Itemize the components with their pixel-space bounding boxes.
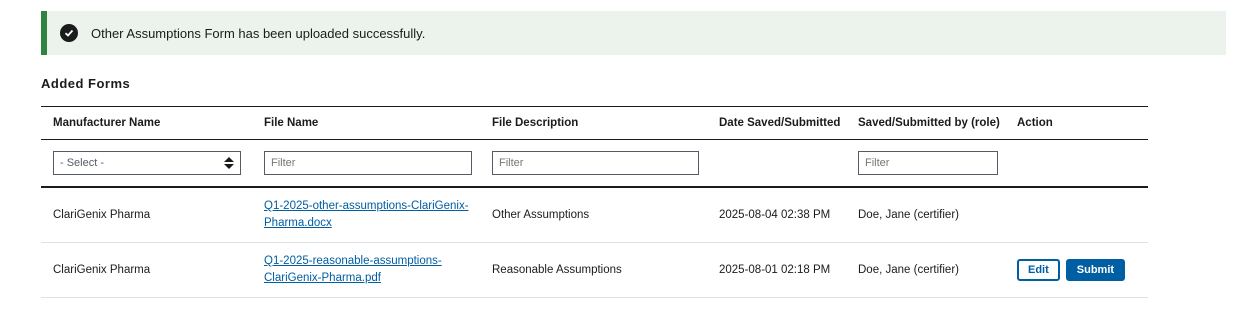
file-name-filter-input[interactable] [264,151,472,175]
edit-button[interactable]: Edit [1017,259,1060,281]
cell-date: 2025-08-04 02:38 PM [707,187,846,243]
filter-row: - Select - [41,139,1148,188]
success-alert: Other Assumptions Form has been uploaded… [41,11,1226,55]
cell-manufacturer: ClariGenix Pharma [41,187,252,243]
manufacturer-select[interactable]: - Select - [53,151,241,175]
manufacturer-select-value: - Select - [60,157,105,169]
cell-saved-by: Doe, Jane (certifier) [846,187,1005,243]
header-date[interactable]: Date Saved/Submitted [707,106,846,140]
file-link[interactable]: Q1-2025-reasonable-assumptions- ClariGeni… [264,255,442,284]
check-circle-icon [60,24,78,42]
cell-date: 2025-08-01 02:18 PM [707,242,846,298]
table-row: ClariGenix Pharma Q1-2025-other-assumpti… [41,187,1148,243]
submit-button[interactable]: Submit [1065,259,1126,281]
cell-file-description: Reasonable Assumptions [480,242,707,298]
table-row: ClariGenix Pharma Q1-2025-reasonable-ass… [41,242,1148,298]
header-file-name[interactable]: File Name [252,106,480,140]
header-file-description[interactable]: File Description [480,106,707,140]
cell-manufacturer: ClariGenix Pharma [41,242,252,298]
table-header-row: Manufacturer Name File Name File Descrip… [41,106,1148,140]
select-arrows-icon [224,157,234,169]
cell-action: Edit Submit [1005,242,1148,298]
file-description-filter-input[interactable] [492,151,699,175]
saved-by-filter-input[interactable] [858,151,998,175]
cell-saved-by: Doe, Jane (certifier) [846,242,1005,298]
header-action: Action [1005,106,1148,140]
section-title: Added Forms [41,76,131,91]
forms-table: Manufacturer Name File Name File Descrip… [41,106,1148,298]
file-link[interactable]: Q1-2025-other-assumptions-ClariGenix- Pha… [264,200,469,229]
cell-action [1005,187,1148,243]
header-saved-by[interactable]: Saved/Submitted by (role) [846,106,1005,140]
header-manufacturer[interactable]: Manufacturer Name [41,106,252,140]
cell-file-description: Other Assumptions [480,187,707,243]
alert-message: Other Assumptions Form has been uploaded… [91,25,426,41]
